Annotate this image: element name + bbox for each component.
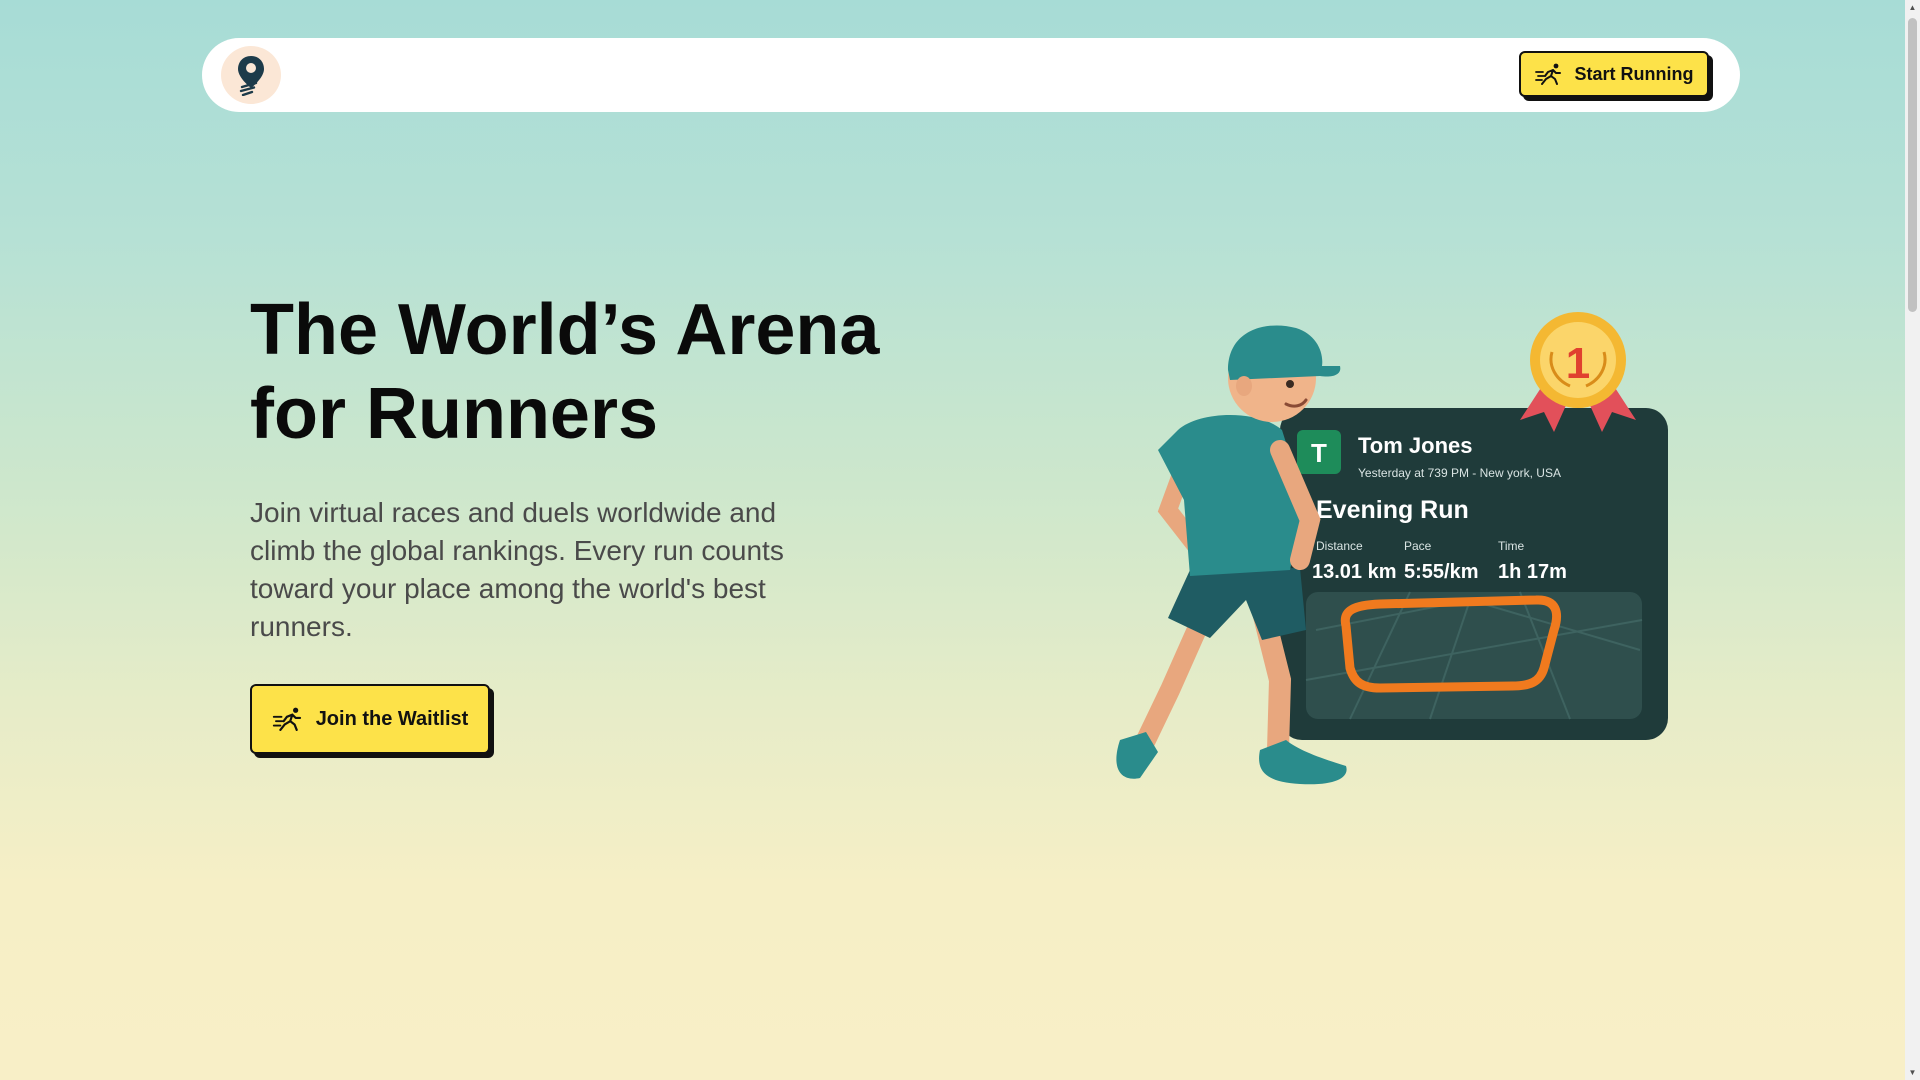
stat-pace-value: 5:55/km (1404, 561, 1479, 583)
start-running-button[interactable]: Start Running (1519, 51, 1709, 97)
stat-time-value: 1h 17m (1498, 561, 1567, 583)
vertical-scrollbar[interactable]: ▲ ▼ (1905, 0, 1920, 1080)
stat-pace-label: Pace (1404, 539, 1432, 553)
card-avatar-letter: T (1311, 438, 1327, 468)
hero-title-line1: The World’s Arena (250, 290, 880, 370)
medal-rank: 1 (1566, 339, 1590, 388)
card-activity-title: Evening Run (1316, 496, 1469, 524)
running-person-icon (272, 707, 301, 731)
join-waitlist-label: Join the Waitlist (315, 707, 469, 730)
card-athlete-name: Tom Jones (1358, 433, 1473, 458)
hero-subtitle: Join virtual races and duels worldwide a… (250, 497, 784, 642)
location-pin-runner-icon (238, 56, 264, 96)
join-waitlist-button[interactable]: Join the Waitlist (250, 684, 490, 754)
scroll-down-arrow-icon[interactable]: ▼ (1905, 1065, 1920, 1080)
page: Start Running The World’s Arena for Runn… (0, 0, 1905, 1080)
scrollbar-thumb[interactable] (1908, 18, 1917, 312)
top-navbar: Start Running (202, 38, 1740, 112)
start-running-label: Start Running (1574, 63, 1694, 84)
logo[interactable] (221, 46, 281, 104)
hero-title-line2: for Runners (250, 374, 659, 454)
stat-distance-value: 13.01 km (1312, 561, 1397, 583)
stat-distance-label: Distance (1316, 539, 1363, 553)
stat-time-label: Time (1498, 539, 1525, 553)
card-meta: Yesterday at 739 PM - New york, USA (1358, 466, 1561, 480)
hero-title: The World’s Arena for Runners (250, 288, 950, 456)
running-person-icon (1534, 63, 1561, 85)
scroll-up-arrow-icon[interactable]: ▲ (1905, 0, 1920, 15)
route-map (1305, 591, 1643, 720)
hero-illustration: T Tom Jones Yesterday at 739 PM - New yo… (1116, 312, 1668, 785)
activity-card: T Tom Jones Yesterday at 739 PM - New yo… (1280, 408, 1668, 740)
